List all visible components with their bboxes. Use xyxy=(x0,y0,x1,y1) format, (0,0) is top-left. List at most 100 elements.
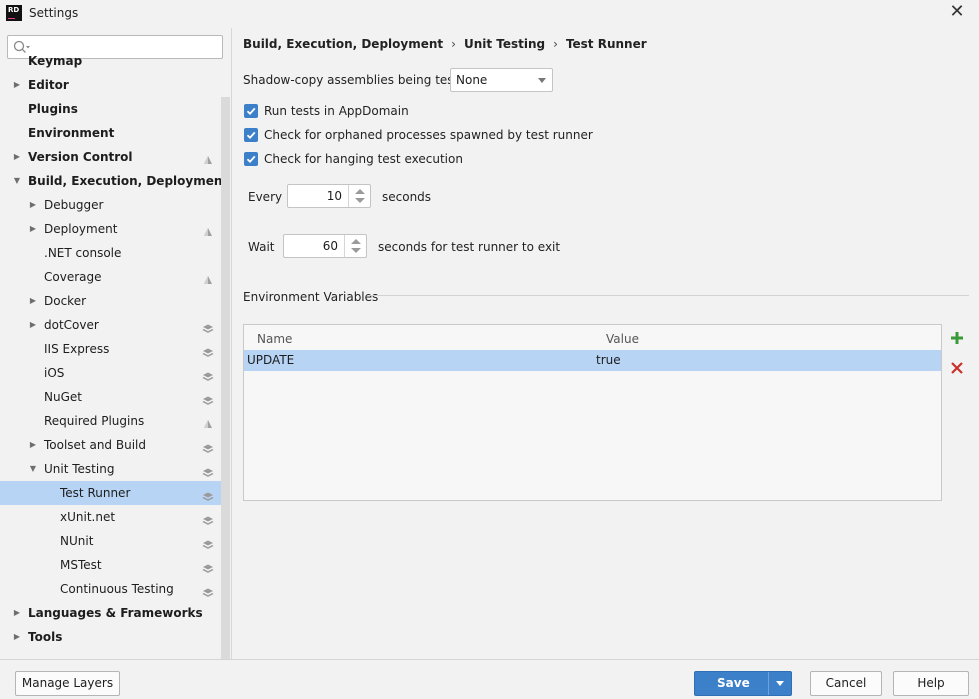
sidebar-item-version-control[interactable]: ▶ Version Control xyxy=(0,145,221,169)
layers-icon xyxy=(202,343,214,357)
layers-icon xyxy=(202,511,214,525)
manage-layers-button[interactable]: Manage Layers xyxy=(15,671,120,696)
stepper-buttons[interactable] xyxy=(348,185,370,207)
run-in-appdomain-label[interactable]: Run tests in AppDomain xyxy=(264,104,409,118)
chevron-down-icon[interactable]: ▼ xyxy=(12,169,22,193)
sidebar-item-label: Keymap xyxy=(28,54,83,68)
sidebar-item-label: Languages & Frameworks xyxy=(28,606,203,620)
sidebar-item-debugger[interactable]: ▶ Debugger xyxy=(0,193,221,217)
sidebar-item-label: Continuous Testing xyxy=(60,582,174,596)
add-icon[interactable] xyxy=(950,331,964,345)
sidebar-item-iis-express[interactable]: IIS Express xyxy=(0,337,221,361)
settings-content: Build, Execution, Deployment › Unit Testin… xyxy=(231,28,979,659)
sidebar-item-label: Tools xyxy=(28,630,63,644)
sidebar-item-unit-testing[interactable]: ▼ Unit Testing xyxy=(0,457,221,481)
save-options-dropdown[interactable] xyxy=(768,672,791,695)
sidebar-item-label: Plugins xyxy=(28,102,78,116)
arrow-up-icon[interactable] xyxy=(351,239,361,244)
sidebar-item-xunit-net[interactable]: xUnit.net xyxy=(0,505,221,529)
dialog-footer: Manage Layers Save Cancel Help xyxy=(0,659,979,699)
chevron-right-icon[interactable]: ▶ xyxy=(28,193,38,217)
sidebar-item-label: Build, Execution, Deployment xyxy=(28,174,229,188)
layers-icon xyxy=(202,391,214,405)
sidebar-item-plugins[interactable]: Plugins xyxy=(0,97,221,121)
sidebar-item-label: Unit Testing xyxy=(44,462,115,476)
sidebar-item-continuous-testing[interactable]: Continuous Testing xyxy=(0,577,221,601)
help-button[interactable]: Help xyxy=(893,671,969,696)
chevron-right-icon[interactable]: ▶ xyxy=(28,289,38,313)
sidebar-item-nunit[interactable]: NUnit xyxy=(0,529,221,553)
column-header-value[interactable]: Value xyxy=(606,332,639,346)
arrow-down-icon[interactable] xyxy=(355,198,365,203)
chevron-right-icon[interactable]: ▶ xyxy=(28,313,38,337)
wait-label: Wait xyxy=(248,240,275,254)
sidebar-item-environment[interactable]: Environment xyxy=(0,121,221,145)
hanging-execution-checkbox[interactable] xyxy=(244,152,258,166)
sidebar-item-label: Docker xyxy=(44,294,87,308)
sidebar-item-dotcover[interactable]: ▶ dotCover xyxy=(0,313,221,337)
sidebar-item-mstest[interactable]: MSTest xyxy=(0,553,221,577)
breadcrumb: Build, Execution, Deployment › Unit Testin… xyxy=(243,37,647,51)
orphaned-processes-checkbox[interactable] xyxy=(244,128,258,142)
chevron-right-icon[interactable]: ▶ xyxy=(12,601,22,625)
sidebar-item-label: Test Runner xyxy=(60,486,131,500)
sidebar-item-net-console[interactable]: .NET console xyxy=(0,241,221,265)
orphaned-processes-label[interactable]: Check for orphaned processes spawned by … xyxy=(264,128,593,142)
checkmark-icon xyxy=(246,131,256,140)
remove-icon[interactable] xyxy=(950,361,964,375)
sidebar-item-deployment[interactable]: ▶ Deployment xyxy=(0,217,221,241)
table-row[interactable]: UPDATE true xyxy=(244,350,941,371)
sidebar-item-tools[interactable]: ▶ Tools xyxy=(0,625,221,649)
sidebar-item-label: dotCover xyxy=(44,318,99,332)
sidebar-item-editor[interactable]: ▶ Editor xyxy=(0,73,221,97)
sidebar-item-label: Required Plugins xyxy=(44,414,145,428)
env-vars-heading: Environment Variables xyxy=(243,290,379,304)
sidebar-item-coverage[interactable]: Coverage xyxy=(0,265,221,289)
close-icon[interactable]: ✕ xyxy=(944,2,970,24)
layers-icon xyxy=(202,583,214,597)
sidebar-item-ios[interactable]: iOS xyxy=(0,361,221,385)
breadcrumb-unit-testing[interactable]: Unit Testing xyxy=(464,37,545,51)
every-seconds-value: 10 xyxy=(326,189,342,203)
arrow-up-icon[interactable] xyxy=(355,189,365,194)
env-var-value[interactable]: true xyxy=(596,353,621,367)
sidebar-item-languages-frameworks[interactable]: ▶ Languages & Frameworks xyxy=(0,601,221,625)
sidebar-item-docker[interactable]: ▶ Docker xyxy=(0,289,221,313)
hanging-execution-label[interactable]: Check for hanging test execution xyxy=(264,152,463,166)
layers-icon xyxy=(202,487,214,501)
wait-suffix-label: seconds for test runner to exit xyxy=(378,240,561,254)
sidebar-item-label: IIS Express xyxy=(44,342,110,356)
chevron-right-icon[interactable]: ▶ xyxy=(12,625,22,649)
settings-sidebar: Keymap ▶ Editor Plugins Environment ▶ Version … xyxy=(0,28,231,659)
arrow-down-icon[interactable] xyxy=(351,248,361,253)
project-icon xyxy=(202,271,214,284)
project-icon xyxy=(202,415,214,428)
cancel-button[interactable]: Cancel xyxy=(810,671,882,696)
env-var-name[interactable]: UPDATE xyxy=(247,353,294,367)
save-button[interactable]: Save xyxy=(694,671,792,696)
chevron-down-icon[interactable]: ▼ xyxy=(28,457,38,481)
every-seconds-stepper[interactable]: 10 xyxy=(287,184,371,208)
every-suffix-label: seconds xyxy=(382,190,432,204)
app-logo-icon: RD xyxy=(6,5,22,21)
sidebar-item-required-plugins[interactable]: Required Plugins xyxy=(0,409,221,433)
checkmark-icon xyxy=(246,107,256,116)
sidebar-item-label: Editor xyxy=(28,78,69,92)
breadcrumb-build[interactable]: Build, Execution, Deployment xyxy=(243,37,443,51)
wait-seconds-stepper[interactable]: 60 xyxy=(283,234,367,258)
env-vars-table[interactable]: Name Value UPDATE true xyxy=(243,324,942,501)
run-in-appdomain-checkbox[interactable] xyxy=(244,104,258,118)
chevron-right-icon[interactable]: ▶ xyxy=(28,217,38,241)
sidebar-item-build-execution-deployment[interactable]: ▼ Build, Execution, Deployment xyxy=(0,169,228,193)
shadow-copy-select[interactable]: None xyxy=(450,68,553,92)
sidebar-item-nuget[interactable]: NuGet xyxy=(0,385,221,409)
sidebar-item-keymap[interactable]: Keymap xyxy=(0,49,221,73)
sidebar-item-toolset-and-build[interactable]: ▶ Toolset and Build xyxy=(0,433,221,457)
stepper-buttons[interactable] xyxy=(344,235,366,257)
sidebar-scrollbar[interactable] xyxy=(221,97,230,659)
column-header-name[interactable]: Name xyxy=(257,332,292,346)
chevron-right-icon[interactable]: ▶ xyxy=(12,145,22,169)
chevron-right-icon[interactable]: ▶ xyxy=(12,73,22,97)
chevron-right-icon[interactable]: ▶ xyxy=(28,433,38,457)
sidebar-item-test-runner[interactable]: Test Runner xyxy=(0,481,221,505)
